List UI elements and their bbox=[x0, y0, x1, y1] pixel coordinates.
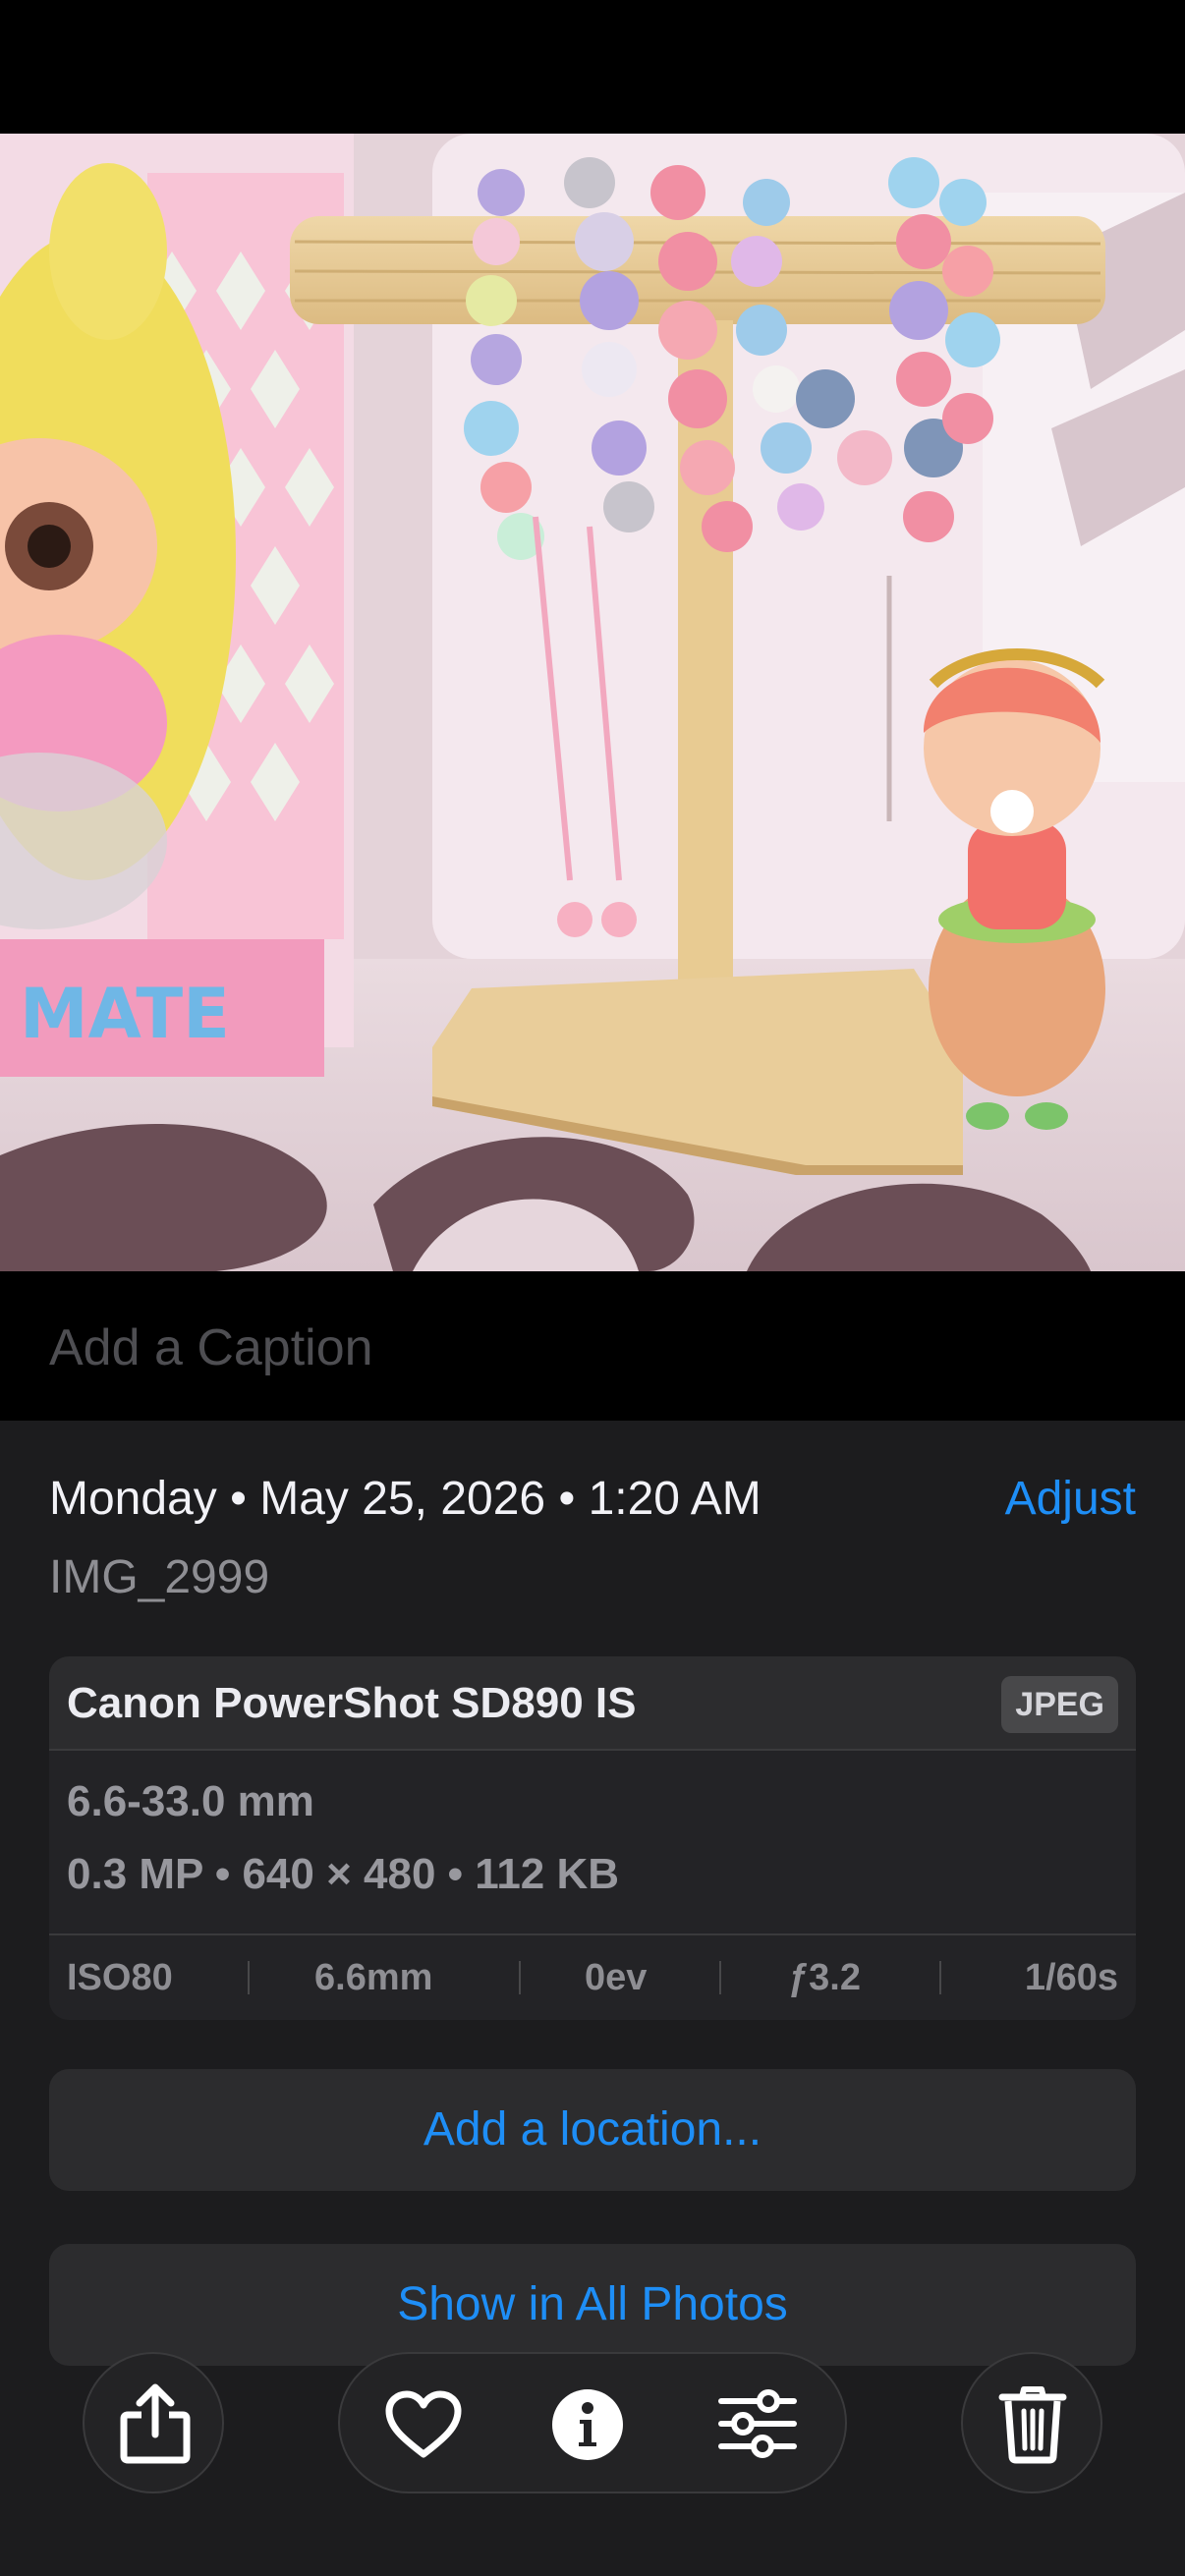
photo-detail-screen: MATE Add a Caption Monday • May 25, 2026… bbox=[0, 0, 1185, 2576]
exif-exposure: 0ev bbox=[585, 1957, 648, 1998]
bottom-toolbar bbox=[0, 2344, 1185, 2501]
exif-divider bbox=[719, 1961, 721, 1994]
exif-row: ISO80 6.6mm 0ev ƒ3.2 1/60s bbox=[49, 1933, 1136, 2020]
adjust-button[interactable]: Adjust bbox=[1005, 1470, 1136, 1529]
share-button[interactable] bbox=[83, 2352, 224, 2493]
date-row: Monday • May 25, 2026 • 1:20 AM Adjust bbox=[49, 1470, 1136, 1529]
camera-header: Canon PowerShot SD890 IS JPEG bbox=[49, 1656, 1136, 1751]
photo-actions-group bbox=[338, 2352, 847, 2493]
file-name: IMG_2999 bbox=[49, 1551, 270, 1603]
exif-divider bbox=[248, 1961, 250, 1994]
exif-shutter-speed: 1/60s bbox=[1024, 1957, 1118, 1998]
image-specs: 0.3 MP • 640 × 480 • 112 KB bbox=[67, 1850, 620, 1898]
add-location-button[interactable]: Add a location... bbox=[49, 2069, 1136, 2191]
caption-field[interactable]: Add a Caption bbox=[49, 1311, 1130, 1385]
camera-model: Canon PowerShot SD890 IS bbox=[67, 1679, 637, 1727]
photo-view[interactable]: MATE bbox=[0, 134, 1185, 1271]
delete-button[interactable] bbox=[961, 2352, 1102, 2493]
format-badge: JPEG bbox=[1001, 1676, 1118, 1733]
exif-aperture: ƒ3.2 bbox=[788, 1957, 861, 1998]
svg-text:MATE: MATE bbox=[20, 974, 230, 1054]
camera-info-card: Canon PowerShot SD890 IS JPEG 6.6-33.0 m… bbox=[49, 1656, 1136, 2020]
capture-date: Monday • May 25, 2026 • 1:20 AM bbox=[49, 1473, 762, 1525]
trash-icon bbox=[998, 2383, 1067, 2464]
info-icon[interactable] bbox=[550, 2387, 625, 2462]
sliders-icon[interactable] bbox=[717, 2389, 798, 2458]
heart-icon[interactable] bbox=[383, 2389, 464, 2460]
exif-divider bbox=[939, 1961, 941, 1994]
lens-info: 6.6-33.0 mm bbox=[67, 1777, 314, 1825]
photo-image: MATE bbox=[0, 134, 1185, 1271]
exif-divider bbox=[519, 1961, 521, 1994]
share-icon bbox=[118, 2383, 193, 2464]
exif-focal-length: 6.6mm bbox=[314, 1957, 433, 1998]
exif-iso: ISO80 bbox=[67, 1957, 173, 1998]
